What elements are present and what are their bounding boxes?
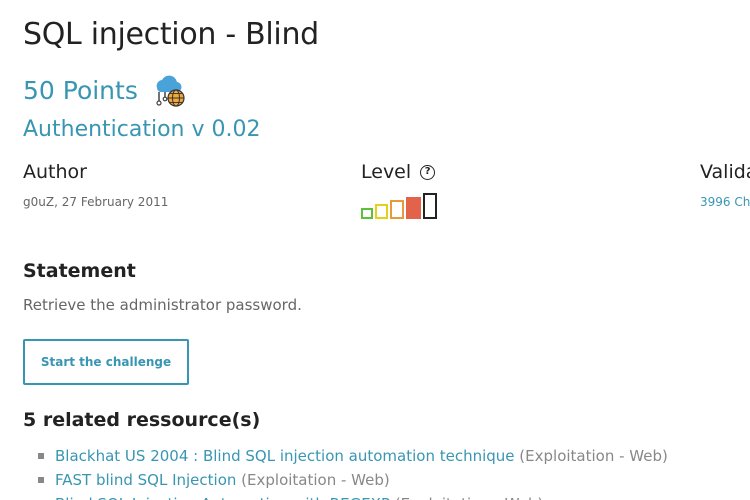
level-heading-row: Level ? — [361, 161, 436, 183]
web-network-icon — [156, 75, 185, 107]
challenge-page: SQL injection - Blind 50 Points Authenti… — [23, 0, 750, 500]
level-square-5 — [423, 193, 437, 219]
challenge-subtitle: Authentication v 0.02 — [23, 117, 261, 142]
related-link[interactable]: FAST blind SQL Injection — [55, 471, 236, 489]
related-list: Blackhat US 2004 : Blind SQL injection a… — [38, 444, 668, 500]
level-indicator — [361, 193, 437, 219]
related-link[interactable]: Blind SQL Injection Automation with REGE… — [55, 495, 390, 500]
related-category: (Exploitation - Web) — [395, 495, 544, 500]
page-title: SQL injection - Blind — [23, 17, 319, 52]
related-item: FAST blind SQL Injection (Exploitation -… — [38, 468, 668, 492]
related-category: (Exploitation - Web) — [519, 447, 668, 465]
related-heading: 5 related ressource(s) — [23, 409, 261, 431]
related-item: Blind SQL Injection Automation with REGE… — [55, 492, 668, 500]
publish-date: 27 February 2011 — [61, 195, 169, 209]
related-link[interactable]: Blackhat US 2004 : Blind SQL injection a… — [55, 447, 515, 465]
related-item: Blackhat US 2004 : Blind SQL injection a… — [38, 444, 668, 468]
author-heading: Author — [23, 161, 87, 183]
validations-count[interactable]: 3996 Challengers — [700, 195, 750, 209]
points-row: 50 Points — [23, 72, 187, 108]
related-category: (Exploitation - Web) — [241, 471, 390, 489]
help-icon[interactable]: ? — [420, 164, 436, 180]
author-info: g0uZ, 27 February 2011 — [23, 195, 168, 209]
validations-heading: Validations — [700, 161, 750, 183]
start-challenge-button[interactable]: Start the challenge — [23, 339, 189, 385]
level-section: Level ? — [361, 161, 437, 219]
points-value: 50 Points — [23, 75, 138, 105]
level-square-1 — [361, 208, 373, 219]
level-square-4 — [406, 197, 421, 219]
level-square-2 — [375, 204, 388, 219]
level-square-3 — [390, 200, 404, 219]
statement-heading: Statement — [23, 260, 136, 282]
statement-text: Retrieve the administrator password. — [23, 296, 302, 314]
author-name[interactable]: g0uZ, — [23, 195, 58, 209]
level-heading: Level — [361, 161, 412, 183]
validations-section: Validations 3996 Challengers — [700, 161, 750, 209]
author-section: Author g0uZ, 27 February 2011 — [23, 161, 168, 209]
